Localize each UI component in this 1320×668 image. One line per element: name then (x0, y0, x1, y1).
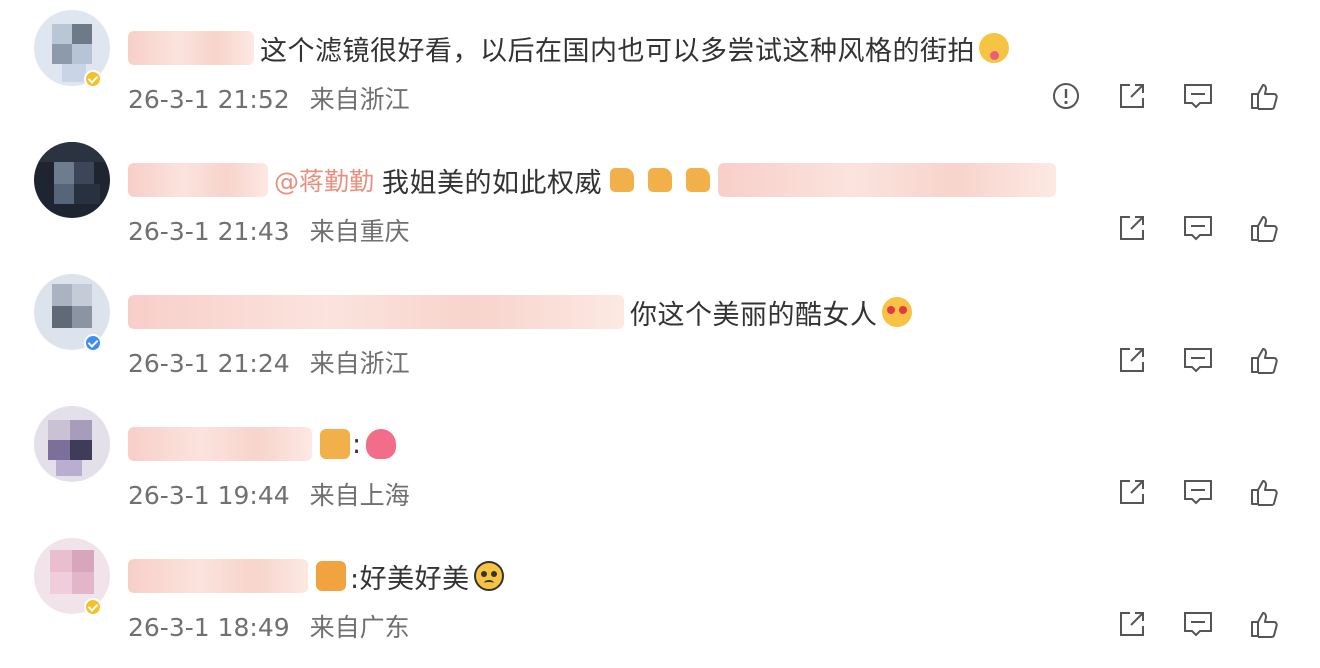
comment-item: 这个滤镜很好看，以后在国内也可以多尝试这种风格的街拍 26-3-1 21:52 … (0, 10, 1320, 140)
share-icon[interactable] (1116, 212, 1148, 244)
share-icon[interactable] (1116, 476, 1148, 508)
username-blurred[interactable] (128, 295, 624, 329)
comment-location: 来自重庆 (309, 217, 410, 246)
comment-icon[interactable] (1182, 344, 1214, 376)
username-blurred[interactable] (128, 427, 312, 461)
thumbs-up-emoji-icon (610, 168, 635, 192)
share-icon[interactable] (1116, 608, 1148, 640)
blurred-content (718, 163, 1057, 197)
username-blurred[interactable] (128, 31, 254, 65)
like-icon[interactable] (1248, 80, 1280, 112)
comment-location: 来自上海 (309, 481, 410, 510)
comment-item: : 26-3-1 19:44 来自上海 (0, 406, 1320, 536)
comment-icon[interactable] (1182, 80, 1214, 112)
like-icon[interactable] (1248, 212, 1280, 244)
avatar[interactable] (34, 142, 110, 218)
thumbs-up-emoji-icon (686, 168, 711, 192)
comment-location: 来自广东 (309, 613, 410, 642)
comment-item: :好美好美 26-3-1 18:49 来自广东 (0, 538, 1320, 668)
mention-link[interactable]: @蒋勤勤 (274, 162, 374, 198)
like-icon[interactable] (1248, 476, 1280, 508)
like-icon[interactable] (1248, 608, 1280, 640)
comment-text: 你这个美丽的酷女人 (630, 299, 878, 331)
comment-location: 来自浙江 (309, 85, 410, 114)
heart-eyes-emoji-icon (881, 297, 912, 327)
comment-icon[interactable] (1182, 476, 1214, 508)
verified-badge-icon (84, 70, 102, 88)
crown-emoji-icon (320, 429, 350, 459)
comment-time: 26-3-1 21:24 (128, 349, 290, 378)
comment-text: : (352, 428, 362, 460)
comment-icon[interactable] (1182, 608, 1214, 640)
comment-text: 我姐美的如此权威 (382, 167, 603, 199)
comment-time: 26-3-1 19:44 (128, 481, 290, 510)
comment-location: 来自浙江 (309, 349, 410, 378)
share-icon[interactable] (1116, 344, 1148, 376)
username-blurred[interactable] (128, 559, 308, 593)
comment-item: 你这个美丽的酷女人 26-3-1 21:24 来自浙江 (0, 274, 1320, 404)
comment-text: 这个滤镜很好看，以后在国内也可以多尝试这种风格的街拍 (260, 35, 975, 67)
heart-emoji-icon (365, 429, 396, 459)
verified-badge-icon (84, 598, 102, 616)
pleading-face-emoji-icon (473, 561, 504, 591)
avatar[interactable] (34, 406, 110, 482)
verified-badge-icon (84, 334, 102, 352)
comment-time: 26-3-1 21:52 (128, 85, 290, 114)
comment-time: 26-3-1 18:49 (128, 613, 290, 642)
comment-time: 26-3-1 21:43 (128, 217, 290, 246)
comment-text: :好美好美 (350, 563, 470, 595)
comment-item: @蒋勤勤 我姐美的如此权威 26-3-1 21:43 来自重庆 (0, 142, 1320, 272)
username-blurred[interactable] (128, 163, 268, 197)
share-icon[interactable] (1116, 80, 1148, 112)
like-icon[interactable] (1248, 344, 1280, 376)
thumbs-up-emoji-icon (648, 168, 673, 192)
report-icon[interactable] (1050, 80, 1082, 112)
comment-icon[interactable] (1182, 212, 1214, 244)
crown-emoji-icon (316, 561, 346, 591)
tongue-face-emoji-icon (979, 33, 1009, 63)
